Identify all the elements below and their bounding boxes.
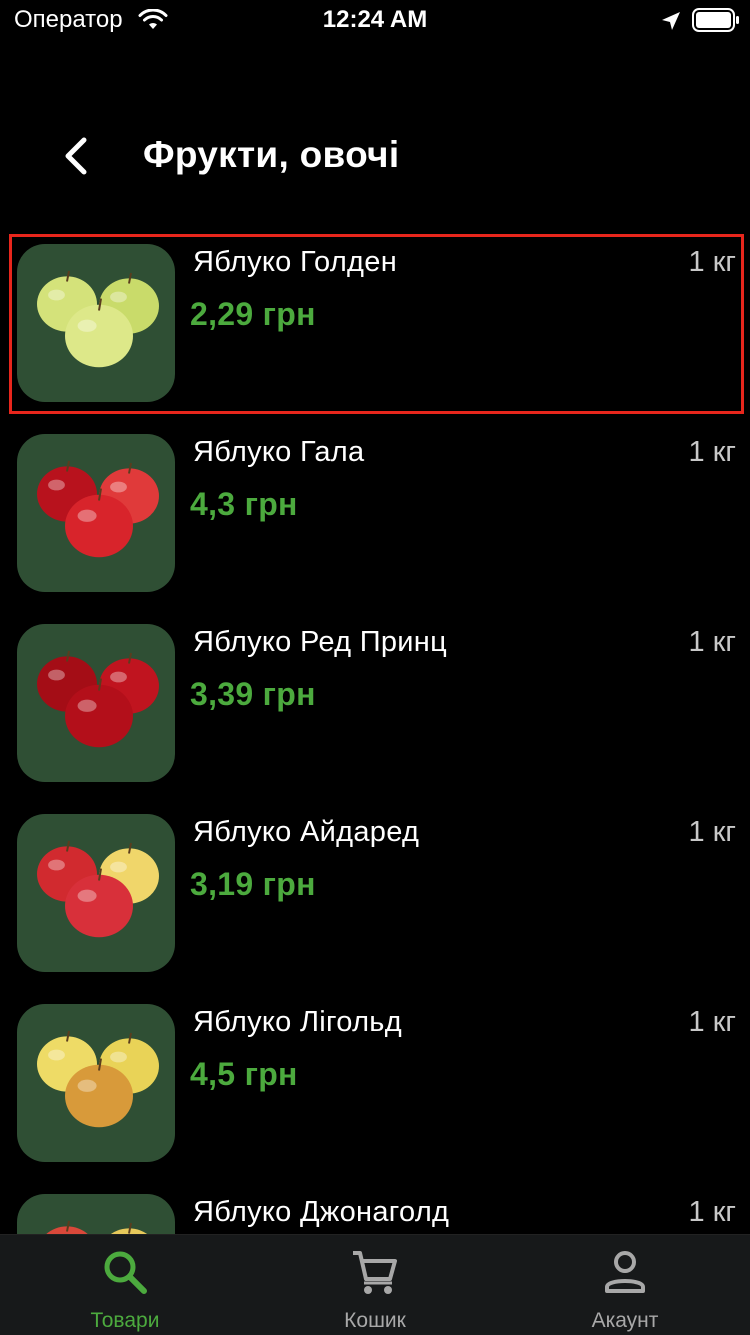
chevron-left-icon [65, 137, 87, 175]
product-price: 4,5 грн [190, 1056, 298, 1092]
product-name: Яблуко Айдаред [193, 816, 420, 848]
back-button[interactable] [50, 128, 106, 184]
tab-cart[interactable]: Кошик [250, 1235, 500, 1335]
page-title: Фрукти, овочі [143, 134, 400, 175]
product-name: Яблуко Голден [193, 246, 398, 278]
product-unit: 1 кг [688, 816, 736, 848]
product-unit: 1 кг [688, 1006, 736, 1038]
battery-icon [692, 8, 739, 32]
product-unit: 1 кг [688, 436, 736, 468]
product-image [17, 1004, 175, 1162]
product-row-golden[interactable]: Яблуко Голден 2,29 грн 1 кг [0, 232, 750, 414]
person-icon [605, 1251, 645, 1293]
product-name: Яблуко Джонаголд [193, 1196, 450, 1228]
cart-icon [353, 1251, 397, 1294]
product-image [17, 434, 175, 592]
tab-products[interactable]: Товари [0, 1235, 250, 1335]
clock: 12:24 AM [322, 6, 428, 33]
product-unit: 1 кг [688, 1196, 736, 1228]
product-price: 3,19 грн [190, 866, 316, 902]
product-price: 4,3 грн [190, 486, 298, 522]
tab-label: Кошик [344, 1309, 406, 1332]
product-name: Яблуко Ред Принц [193, 626, 448, 658]
location-arrow-icon [662, 12, 680, 30]
product-price: 2,29 грн [190, 296, 316, 332]
tab-account[interactable]: Акаунт [500, 1235, 750, 1335]
product-image [17, 244, 175, 402]
product-price: 3,39 грн [190, 676, 316, 712]
apple-shape [110, 1222, 148, 1234]
apple-shape [46, 1220, 88, 1234]
product-row-ligol[interactable]: Яблуко Лігольд 4,5 грн 1 кг [0, 992, 750, 1172]
nav-header: Фрукти, овочі [0, 120, 750, 192]
product-row-gala[interactable]: Яблуко Гала 4,3 грн 1 кг [0, 422, 750, 602]
product-unit: 1 кг [688, 626, 736, 658]
product-row-red-prince[interactable]: Яблуко Ред Принц 3,39 грн 1 кг [0, 612, 750, 792]
product-image [17, 624, 175, 782]
product-row-jonagold[interactable]: Яблуко Джонаголд 1 кг [0, 1182, 750, 1234]
product-name: Яблуко Лігольд [193, 1006, 402, 1038]
tab-label: Товари [90, 1309, 160, 1332]
search-icon [104, 1251, 147, 1294]
product-image [17, 1194, 175, 1234]
status-bar: Оператор 12:24 AM [0, 0, 750, 40]
product-image [17, 814, 175, 972]
product-unit: 1 кг [688, 246, 736, 278]
product-name: Яблуко Гала [193, 436, 365, 468]
tab-bar: Товари Кошик Акаунт [0, 1234, 750, 1335]
product-row-idared[interactable]: Яблуко Айдаред 3,19 грн 1 кг [0, 802, 750, 982]
tab-label: Акаунт [591, 1309, 659, 1332]
product-list[interactable]: Яблуко Голден 2,29 грн 1 кг Яблуко Гала … [0, 232, 750, 1234]
